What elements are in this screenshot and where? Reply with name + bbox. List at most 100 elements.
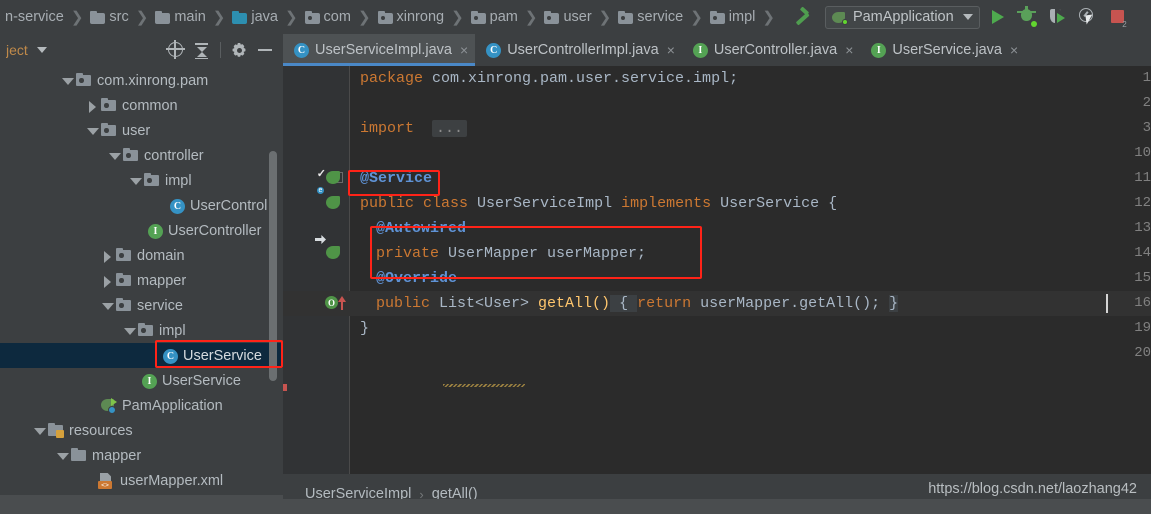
spring-bean-gutter-icon[interactable]: e: [325, 195, 342, 212]
twisty-closed-icon[interactable]: [85, 93, 100, 118]
breadcrumb-item-8[interactable]: service ❯: [617, 0, 709, 34]
twisty-open-icon[interactable]: [60, 68, 75, 93]
profiler-button[interactable]: [1074, 4, 1100, 30]
spring-bean-gutter-icon[interactable]: ✓: [325, 170, 342, 187]
run-configuration-selector[interactable]: PamApplication: [825, 6, 980, 29]
breadcrumb-item-2[interactable]: main ❯: [154, 0, 231, 34]
project-tree-scrollbar[interactable]: [269, 151, 277, 381]
select-opened-file-button[interactable]: [164, 38, 188, 62]
twisty-open-icon[interactable]: [100, 293, 115, 318]
breadcrumb-item-4[interactable]: com ❯: [304, 0, 377, 34]
breadcrumb-item-7[interactable]: user ❯: [543, 0, 617, 34]
close-icon[interactable]: ×: [667, 43, 675, 57]
tree-item-common[interactable]: common: [0, 93, 178, 118]
code-line-19: 19 }: [283, 316, 1151, 341]
tree-item-label: impl: [154, 323, 186, 339]
tab-userservice[interactable]: I UserService.java ×: [860, 34, 1025, 66]
tree-item-label: controller: [139, 148, 204, 164]
tree-item-service[interactable]: service: [0, 293, 183, 318]
folder-icon: [155, 11, 170, 24]
tab-usercontrollerimpl[interactable]: C UserControllerImpl.java ×: [475, 34, 682, 66]
tree-item-service-impl[interactable]: impl: [0, 318, 186, 343]
project-panel-title[interactable]: ject: [6, 42, 28, 58]
tree-item-controller[interactable]: controller: [0, 143, 204, 168]
package-icon: [544, 11, 559, 24]
project-panel-bottom-strip: [0, 495, 283, 514]
code-line-12: 12 e public class UserServiceImpl implem…: [283, 191, 1151, 216]
breadcrumb-separator-icon: ❯: [206, 8, 231, 26]
breadcrumb-separator-icon: ❯: [444, 8, 469, 26]
tree-item-pamapplication[interactable]: PamApplication: [0, 393, 223, 418]
tree-item-usercontroller[interactable]: I UserController: [0, 218, 261, 243]
tree-item-label: impl: [160, 173, 192, 189]
close-icon[interactable]: ×: [845, 43, 853, 57]
tree-item-com-xinrong-pam[interactable]: com.xinrong.pam: [0, 68, 208, 93]
breadcrumb-separator-icon: ❯: [64, 8, 89, 26]
class-name: UserServiceImpl: [468, 195, 621, 212]
breadcrumb-item-5[interactable]: xinrong ❯: [377, 0, 470, 34]
breadcrumb-item-0[interactable]: n-service ❯: [0, 0, 89, 34]
package-icon: [137, 322, 154, 339]
project-panel-header: ject: [0, 34, 283, 66]
code-line-11: 11 ✓ @Service: [283, 166, 1151, 191]
chevron-down-icon[interactable]: [37, 47, 47, 53]
tree-item-resources[interactable]: resources: [0, 418, 133, 443]
close-icon[interactable]: ×: [1010, 43, 1018, 57]
tree-item-resources-mapper[interactable]: mapper: [0, 443, 141, 468]
breadcrumb-item-1[interactable]: src ❯: [89, 0, 154, 34]
spring-autowire-gutter-icon[interactable]: [325, 245, 342, 262]
run-button[interactable]: [984, 4, 1010, 30]
method-signature: List<User>: [430, 295, 538, 312]
collapse-all-button[interactable]: [190, 38, 214, 62]
collapsed-imports-placeholder[interactable]: ...: [432, 120, 467, 137]
tree-item-controller-impl[interactable]: impl: [0, 168, 192, 193]
twisty-closed-icon[interactable]: [100, 268, 115, 293]
breadcrumb-item-9[interactable]: impl ❯: [709, 0, 781, 34]
twisty-closed-icon[interactable]: [100, 243, 115, 268]
tree-item-label: UserControl: [185, 198, 267, 214]
tree-item-user[interactable]: user: [0, 118, 150, 143]
twisty-open-icon[interactable]: [128, 168, 143, 193]
stop-button[interactable]: 2: [1104, 4, 1130, 30]
run-with-coverage-button[interactable]: [1044, 4, 1070, 30]
tab-userserviceimpl[interactable]: C UserServiceImpl.java ×: [283, 34, 475, 66]
interface-name: UserService {: [711, 195, 837, 212]
breadcrumb-item-3[interactable]: java ❯: [231, 0, 303, 34]
code-editor[interactable]: 1 package com.xinrong.pam.user.service.i…: [283, 66, 1151, 474]
tree-item-label: UserService: [178, 348, 262, 364]
twisty-open-icon[interactable]: [55, 443, 70, 468]
minus-icon[interactable]: [253, 38, 277, 62]
gear-icon[interactable]: [227, 38, 251, 62]
collapsed-body-close-brace[interactable]: }: [889, 295, 898, 312]
interface-icon: I: [693, 43, 708, 58]
twisty-open-icon[interactable]: [85, 118, 100, 143]
code-line-1: 1 package com.xinrong.pam.user.service.i…: [283, 66, 1151, 91]
tree-item-mapper[interactable]: mapper: [0, 268, 186, 293]
tree-item-label: PamApplication: [117, 398, 223, 414]
class-icon: C: [294, 43, 309, 58]
twisty-open-icon[interactable]: [107, 143, 122, 168]
class-icon: C: [170, 199, 185, 214]
tree-item-userservice-interface[interactable]: I UserService: [0, 368, 241, 393]
project-tree[interactable]: com.xinrong.pam common user controller i…: [0, 66, 283, 514]
build-project-icon[interactable]: [791, 7, 813, 27]
tree-item-usermapper-xml[interactable]: <> userMapper.xml: [0, 468, 223, 493]
close-icon[interactable]: ×: [460, 43, 468, 57]
tree-item-userserviceimpl-selected[interactable]: C UserService: [0, 343, 283, 368]
tab-usercontroller[interactable]: I UserController.java ×: [682, 34, 861, 66]
package-icon: [75, 72, 92, 89]
breadcrumb-label: pam: [486, 9, 518, 25]
tree-item-usercontrollerimpl[interactable]: C UserControl: [0, 193, 267, 218]
breadcrumb-item-6[interactable]: pam ❯: [470, 0, 544, 34]
debug-button[interactable]: [1014, 4, 1040, 30]
twisty-open-icon[interactable]: [122, 318, 137, 343]
override-method-gutter-icon[interactable]: O: [325, 295, 345, 312]
collapsed-body-open-brace[interactable]: {: [610, 295, 637, 312]
tree-item-label: mapper: [132, 273, 186, 289]
breadcrumb-label: user: [559, 9, 591, 25]
tree-item-domain[interactable]: domain: [0, 243, 185, 268]
twisty-open-icon[interactable]: [32, 418, 47, 443]
package-icon: [115, 272, 132, 289]
resources-folder-icon: [47, 422, 64, 439]
package-icon: [471, 11, 486, 24]
